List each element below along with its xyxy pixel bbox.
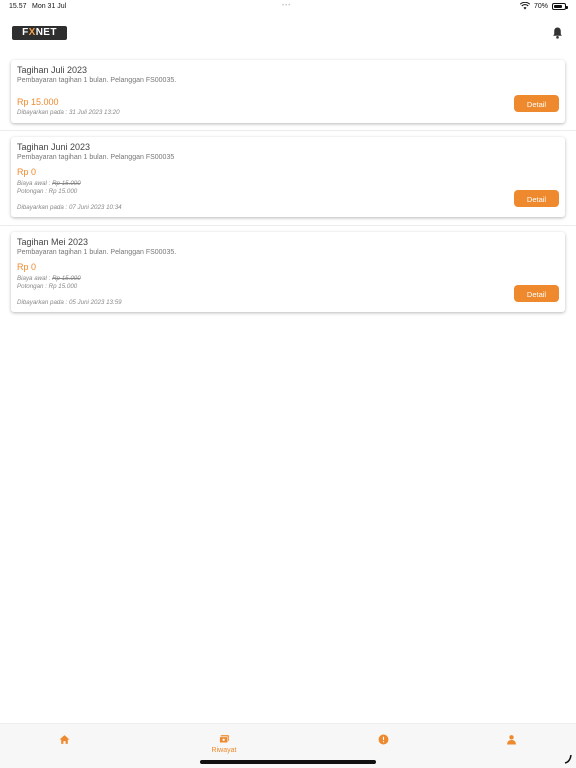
status-bar: 15.57 Mon 31 Jul ••• 70% (0, 0, 576, 14)
bill-description: Pembayaran tagihan 1 bulan. Pelanggan FS… (17, 77, 177, 84)
status-date: Mon 31 Jul (32, 3, 67, 10)
nav-item-riwayat[interactable]: Riwayat (194, 734, 254, 754)
nav-item-profile[interactable] (481, 734, 541, 747)
status-time: 15.57 (9, 3, 27, 10)
history-icon (218, 735, 229, 744)
status-indicators: 70% (519, 2, 568, 10)
detail-button[interactable]: Detail (514, 95, 559, 112)
bill-amount: Rp 0 (17, 167, 37, 177)
scribble-corner-icon (564, 754, 572, 764)
original-price-value: Rp 15.000 (52, 275, 81, 282)
faznet-logo: FXNET (12, 26, 67, 40)
multitask-dots-icon: ••• (282, 3, 292, 9)
bill-card: Tagihan Juni 2023 Pembayaran tagihan 1 b… (11, 137, 565, 217)
original-price-value: Rp 15.000 (52, 180, 81, 187)
bill-title: Tagihan Juli 2023 (17, 65, 88, 75)
battery-icon (552, 2, 568, 10)
wifi-icon (519, 2, 530, 10)
home-indicator[interactable] (200, 760, 376, 764)
nav-label-riwayat: Riwayat (211, 747, 237, 754)
info-icon (378, 734, 388, 745)
discount: Potongan : Rp 15.000 (17, 188, 78, 195)
bill-card: Tagihan Mei 2023 Pembayaran tagihan 1 bu… (11, 232, 565, 312)
home-icon (59, 735, 69, 744)
bill-description: Pembayaran tagihan 1 bulan. Pelanggan FS… (17, 154, 175, 161)
bill-card: Tagihan Juli 2023 Pembayaran tagihan 1 b… (11, 60, 565, 123)
app-header: FXNET (0, 18, 576, 60)
discount: Potongan : Rp 15.000 (17, 283, 78, 290)
profile-icon (506, 735, 516, 745)
divider (0, 225, 576, 226)
original-price: Biaya awal : Rp 15.000 (17, 180, 81, 187)
bill-amount: Rp 0 (17, 262, 37, 272)
bill-paid-date: Dibayarkan pada : 07 Juni 2023 10:34 (17, 204, 122, 211)
battery-percent: 70% (533, 2, 548, 10)
detail-button[interactable]: Detail (514, 285, 559, 302)
nav-item-info[interactable] (353, 734, 413, 747)
bill-paid-date: Dibayarkan pada : 05 Juni 2023 13:59 (17, 299, 122, 306)
bill-description: Pembayaran tagihan 1 bulan. Pelanggan FS… (17, 249, 177, 256)
bill-amount: Rp 15.000 (17, 97, 59, 107)
detail-button[interactable]: Detail (514, 190, 559, 207)
nav-item-home[interactable] (34, 734, 94, 747)
page: 15.57 Mon 31 Jul ••• 70% FXNET Tagihan J… (0, 0, 576, 768)
original-price: Biaya awal : Rp 15.000 (17, 275, 81, 282)
bill-title: Tagihan Juni 2023 (17, 142, 91, 152)
bill-title: Tagihan Mei 2023 (17, 237, 89, 247)
bell-icon[interactable] (552, 27, 563, 39)
divider (0, 130, 576, 131)
bill-paid-date: Dibayarkan pada : 31 Juli 2023 13:20 (17, 109, 120, 116)
